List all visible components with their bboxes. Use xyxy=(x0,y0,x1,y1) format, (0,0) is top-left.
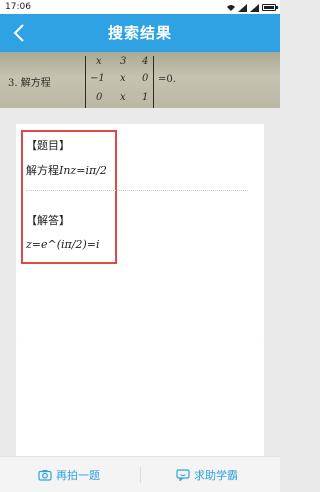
status-icons xyxy=(226,0,278,14)
photo-cell: −1 xyxy=(90,73,105,84)
divider xyxy=(26,190,248,191)
app-header: 搜索结果 xyxy=(0,14,280,52)
answer-math: z=e^(iπ/2)=i xyxy=(26,238,100,251)
battery-icon xyxy=(262,3,278,11)
status-time: 17:06 xyxy=(5,2,31,12)
bottom-toolbar: 再拍一题 求助学霸 xyxy=(0,456,280,492)
photo-cell: 3 xyxy=(120,56,127,67)
retake-button[interactable]: 再拍一题 xyxy=(38,457,100,492)
photo-cell: 4 xyxy=(142,56,149,67)
chat-icon xyxy=(176,469,190,481)
question-math: Inz=iπ/2 xyxy=(59,164,107,177)
photo-cell: x xyxy=(96,56,102,67)
camera-icon xyxy=(38,470,52,481)
photo-cell: 0 xyxy=(142,73,149,84)
answer-text: z=e^(iπ/2)=i xyxy=(26,238,100,251)
ask-expert-button[interactable]: 求助学霸 xyxy=(176,457,238,492)
answer-label: 【解答】 xyxy=(26,214,70,227)
question-prefix: 解方程 xyxy=(26,164,59,177)
photo-cell: x xyxy=(120,73,126,84)
photo-cell: 0 xyxy=(96,92,103,103)
retake-label: 再拍一题 xyxy=(56,469,100,482)
signal-2-icon xyxy=(250,3,259,12)
footer-separator xyxy=(140,467,141,483)
page-title: 搜索结果 xyxy=(107,24,172,42)
captured-photo: 3. 解方程 x 3 4 −1 x 0 0 x 1 =0. xyxy=(0,52,280,108)
photo-cell: 1 xyxy=(142,92,149,103)
photo-equals: =0. xyxy=(158,74,176,85)
photo-cell: x xyxy=(120,92,126,103)
wifi-icon xyxy=(226,3,235,11)
status-bar: 17:06 xyxy=(0,0,280,14)
photo-problem-number: 3. 解方程 xyxy=(8,78,51,89)
ask-expert-label: 求助学霸 xyxy=(194,469,238,482)
question-text: 解方程Inz=iπ/2 xyxy=(26,162,107,178)
question-label: 【题目】 xyxy=(26,139,70,152)
signal-icon xyxy=(238,3,247,12)
